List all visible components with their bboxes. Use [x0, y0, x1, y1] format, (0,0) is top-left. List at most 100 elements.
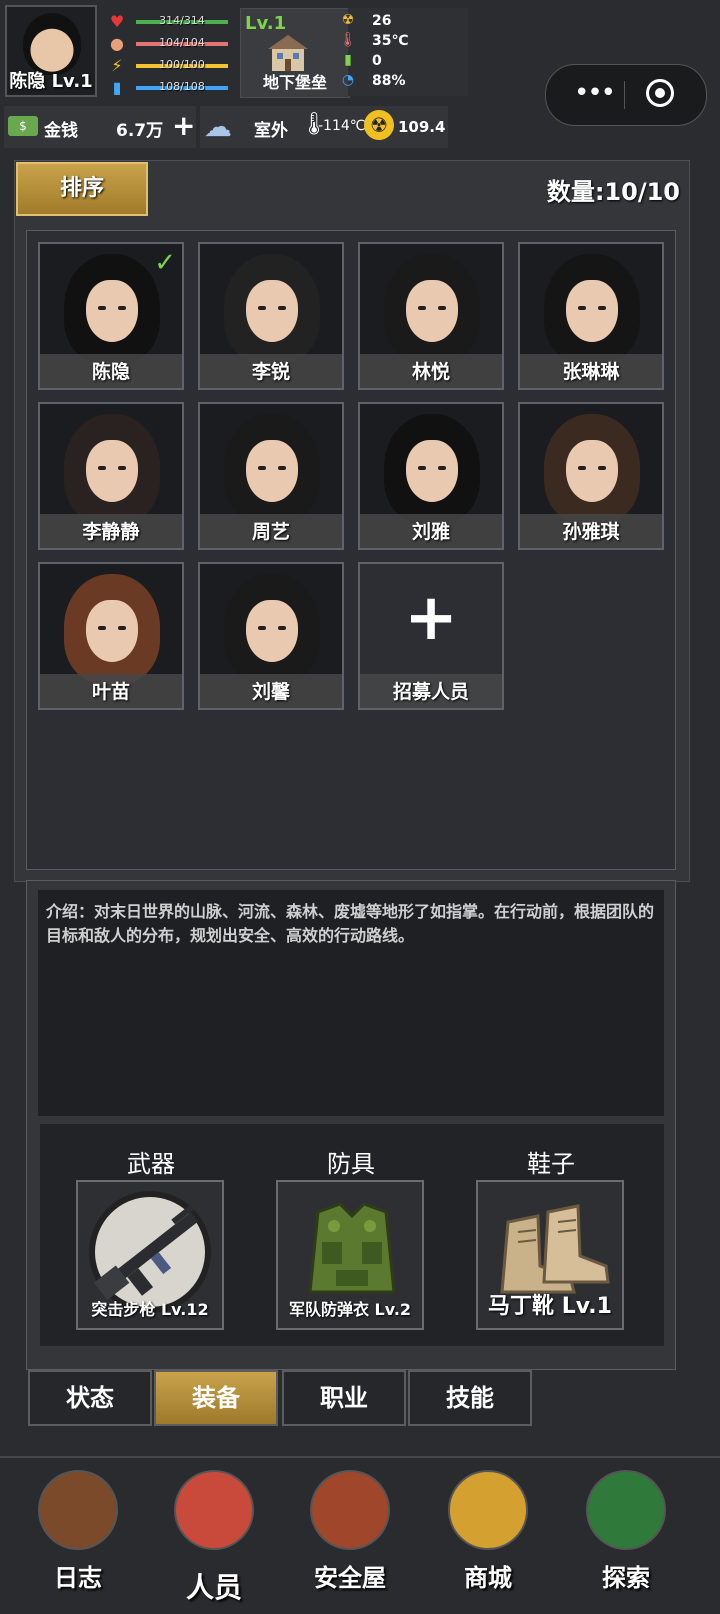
- character-card[interactable]: 孙雅琪: [518, 402, 664, 550]
- portrait-face: [406, 440, 458, 502]
- portrait-eye: [418, 466, 426, 470]
- outdoor-radiation: 109.4: [398, 118, 446, 136]
- portrait-face: [566, 440, 618, 502]
- health-stat: ♥ 314/314: [104, 12, 234, 32]
- plus-icon: +: [404, 581, 458, 655]
- character-card[interactable]: 李锐: [198, 242, 344, 390]
- portrait-eye: [578, 466, 586, 470]
- nav-explore[interactable]: 探索: [566, 1462, 686, 1602]
- portrait-eye: [278, 626, 286, 630]
- portrait-face: [86, 600, 138, 662]
- character-card[interactable]: 叶苗: [38, 562, 184, 710]
- portrait-eye: [598, 466, 606, 470]
- character-portrait: [544, 414, 640, 524]
- armor-item-box[interactable]: 军队防弹衣 Lv.2: [276, 1180, 424, 1330]
- nav-shop[interactable]: 商城: [428, 1462, 548, 1602]
- portrait-eye: [98, 306, 106, 310]
- id-card-icon: [174, 1470, 254, 1550]
- character-portrait: [224, 414, 320, 524]
- battery-icon: ▮: [344, 52, 352, 68]
- thermometer-icon: 🌡: [339, 32, 357, 48]
- money-bar: $ 金钱 6.7万 +: [4, 106, 196, 148]
- nav-log[interactable]: 日志: [18, 1462, 138, 1602]
- power-value: 0: [372, 53, 382, 69]
- health-value: 314/314: [159, 14, 205, 27]
- bunker-icon: [268, 35, 308, 71]
- character-portrait: [384, 414, 480, 524]
- portrait-eye: [258, 306, 266, 310]
- energy-icon: ⚡: [111, 56, 123, 75]
- vital-stats: ♥ 314/314 ● 104/104 ⚡ 100/100 ▮ 108/108: [104, 8, 234, 100]
- temperature-value: 35℃: [372, 33, 409, 49]
- portrait-eye: [438, 466, 446, 470]
- heart-icon: ♥: [109, 12, 125, 31]
- tab-skills[interactable]: 技能: [408, 1370, 532, 1426]
- house-icon: [310, 1470, 390, 1550]
- nav-log-label: 日志: [54, 1564, 102, 1592]
- character-name: 周艺: [251, 521, 290, 543]
- portrait-eye: [258, 626, 266, 630]
- base-name: 地下堡垒: [262, 73, 327, 92]
- cash-icon: $: [8, 116, 38, 136]
- portrait-eye: [278, 466, 286, 470]
- outdoor-label: 室外: [254, 121, 288, 141]
- energy-stat: ⚡ 100/100: [104, 56, 234, 76]
- character-card[interactable]: 周艺: [198, 402, 344, 550]
- book-icon: [38, 1470, 118, 1550]
- capsule-divider: [624, 81, 625, 109]
- portrait-face: [86, 280, 138, 342]
- shoes-item-name: 马丁靴 Lv.1: [488, 1294, 612, 1319]
- character-name: 叶苗: [91, 681, 130, 703]
- cloud-icon: ☁: [204, 110, 232, 143]
- nav-safehouse[interactable]: 安全屋: [290, 1462, 410, 1602]
- character-card[interactable]: 刘馨: [198, 562, 344, 710]
- equipment-panel: 武器 突击步枪 Lv.12 防具 军队防弹衣 Lv.2 鞋子 马丁靴 Lv.1: [40, 1124, 664, 1346]
- character-card[interactable]: 刘雅: [358, 402, 504, 550]
- more-menu-button[interactable]: •••: [564, 79, 624, 109]
- portrait-eye: [118, 306, 126, 310]
- money-value: 6.7万: [116, 121, 164, 141]
- armor-item-name: 军队防弹衣 Lv.2: [288, 1300, 412, 1319]
- shoes-item-box[interactable]: 马丁靴 Lv.1: [476, 1180, 624, 1330]
- tab-profession[interactable]: 职业: [282, 1370, 406, 1426]
- portrait-eye: [438, 306, 446, 310]
- outdoor-temp: -114℃: [318, 118, 366, 134]
- recruit-button[interactable]: + 招募人员: [358, 562, 504, 710]
- sort-button[interactable]: 排序: [16, 162, 148, 216]
- armor-slot-title: 防具: [327, 1150, 375, 1178]
- water-value: 108/108: [159, 80, 205, 93]
- character-name: 陈隐: [91, 361, 130, 383]
- weather-bar: ☁ 室外 🌡 -114℃ ☢ 109.4: [200, 106, 448, 148]
- character-name: 李静静: [82, 521, 140, 543]
- radar-icon: [586, 1470, 666, 1550]
- character-portrait: [224, 254, 320, 364]
- weapon-item-name: 突击步枪 Lv.12: [91, 1300, 209, 1319]
- portrait-face: [566, 280, 618, 342]
- portrait-eye: [598, 306, 606, 310]
- base-info[interactable]: Lv.1 地下堡垒: [240, 8, 350, 98]
- character-name: 刘馨: [251, 681, 290, 703]
- radiation-icon: ☢: [364, 110, 394, 140]
- basket-icon: [448, 1470, 528, 1550]
- character-card[interactable]: 李静静: [38, 402, 184, 550]
- portrait-eye: [118, 466, 126, 470]
- tab-equipment[interactable]: 装备: [154, 1370, 278, 1426]
- nav-personnel-label: 人员: [185, 1571, 242, 1604]
- character-card[interactable]: 张琳琳: [518, 242, 664, 390]
- tab-status[interactable]: 状态: [28, 1370, 152, 1426]
- hunger-value: 104/104: [159, 36, 205, 49]
- portrait-face: [406, 280, 458, 342]
- add-money-button[interactable]: +: [172, 110, 195, 142]
- close-circle-button[interactable]: [646, 79, 674, 107]
- character-name: 李锐: [251, 361, 290, 383]
- stomach-icon: ●: [110, 34, 124, 53]
- portrait-eye: [118, 626, 126, 630]
- weapon-item-box[interactable]: 突击步枪 Lv.12: [76, 1180, 224, 1330]
- hunger-stat: ● 104/104: [104, 34, 234, 54]
- avatar-portrait: [23, 13, 81, 75]
- character-card[interactable]: 林悦: [358, 242, 504, 390]
- nav-personnel[interactable]: 人员: [154, 1462, 274, 1604]
- player-avatar[interactable]: 陈隐 Lv.1: [5, 5, 97, 97]
- portrait-eye: [418, 306, 426, 310]
- character-card[interactable]: 陈隐 ✓: [38, 242, 184, 390]
